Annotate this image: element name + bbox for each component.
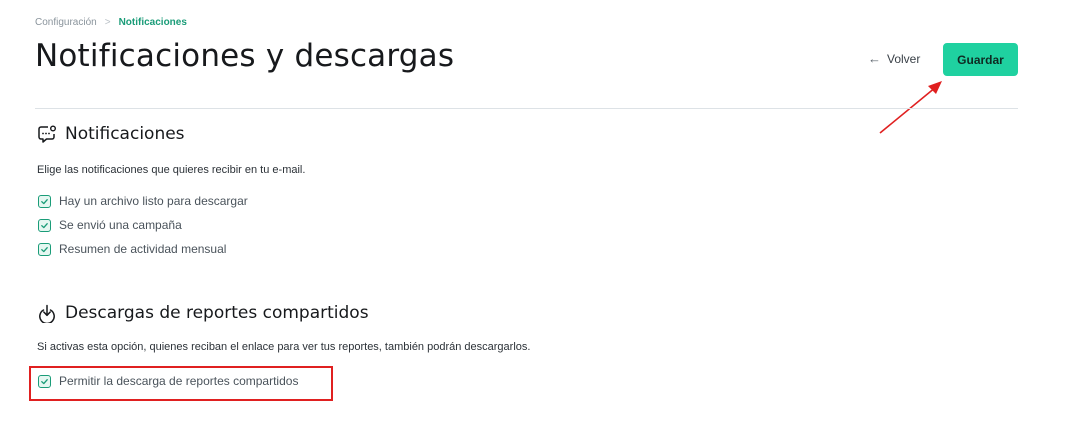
downloads-title: Descargas de reportes compartidos — [65, 303, 369, 323]
breadcrumb-current: Notificaciones — [118, 17, 187, 28]
save-button[interactable]: Guardar — [943, 43, 1018, 76]
notifications-description: Elige las notificaciones que quieres rec… — [37, 164, 306, 176]
back-button[interactable]: ← Volver — [868, 51, 920, 66]
downloads-heading: Descargas de reportes compartidos — [37, 303, 369, 323]
page-title: Notificaciones y descargas — [35, 38, 455, 74]
breadcrumb-separator-icon: > — [104, 17, 111, 28]
download-icon — [39, 304, 55, 323]
header-divider — [35, 108, 1018, 109]
breadcrumb: Configuración > Notificaciones — [35, 17, 187, 28]
checkbox-checked-icon — [38, 194, 51, 208]
checkbox-resumen-mensual[interactable]: Resumen de actividad mensual — [38, 242, 226, 256]
checkbox-archivo-listo[interactable]: Hay un archivo listo para descargar — [38, 194, 248, 208]
notifications-title: Notificaciones — [65, 124, 185, 144]
downloads-description: Si activas esta opción, quienes reciban … — [37, 341, 531, 353]
chat-bubble-notification-icon — [38, 125, 56, 143]
checkbox-label: Se envió una campaña — [59, 218, 182, 232]
checkbox-label: Resumen de actividad mensual — [59, 242, 227, 256]
checkbox-campana-enviada[interactable]: Se envió una campaña — [38, 218, 182, 232]
checkbox-checked-icon — [38, 242, 51, 256]
checkbox-label: Hay un archivo listo para descargar — [59, 194, 248, 208]
back-button-label: Volver — [887, 51, 921, 66]
annotation-arrow-icon — [879, 81, 942, 134]
breadcrumb-link-configuracion[interactable]: Configuración — [35, 17, 97, 28]
settings-page: Configuración > Notificaciones Notificac… — [0, 0, 1075, 423]
checkbox-checked-icon — [38, 218, 51, 232]
annotation-highlight-box — [29, 366, 333, 401]
notifications-heading: Notificaciones — [37, 124, 185, 144]
arrow-left-icon: ← — [868, 51, 881, 66]
